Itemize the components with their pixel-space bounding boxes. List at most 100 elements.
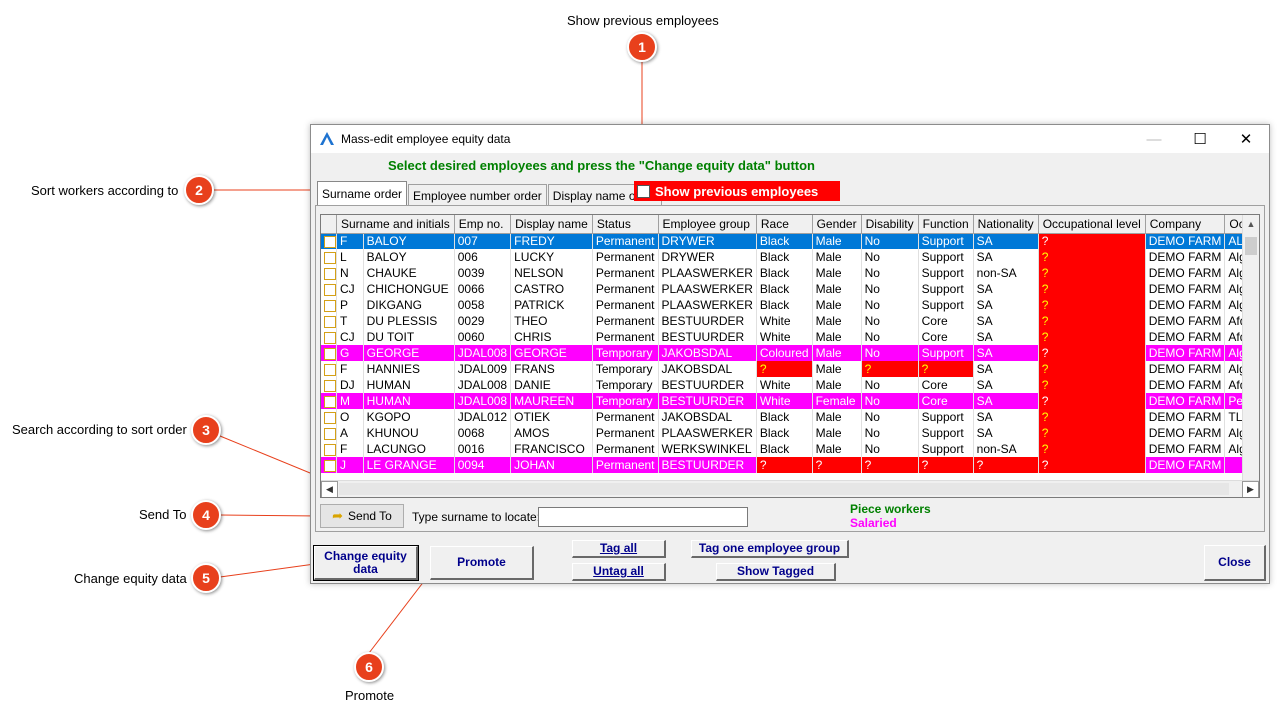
table-row[interactable]: O KGOPO JDAL012 OTIEK Permanent JAKOBSDAL Blac… (321, 409, 1259, 425)
employee-grid[interactable]: Surname and initials Emp no. Display nam… (320, 214, 1260, 498)
minimize-icon[interactable]: — (1131, 125, 1177, 153)
column-header-employee-group[interactable]: Employee group (658, 215, 757, 234)
checkbox-icon[interactable] (324, 395, 336, 408)
table-cell: Male (812, 313, 862, 329)
scroll-left-icon[interactable]: ◀ (321, 481, 338, 497)
table-cell: Permanent (592, 441, 659, 457)
column-header[interactable] (321, 215, 337, 234)
table-row[interactable]: CJ CHICHONGUE 0066 CASTRO Permanent PLAASWERK… (321, 281, 1259, 297)
table-cell: DIKGANG (363, 297, 455, 313)
tab-employee-number-order[interactable]: Employee number order (408, 184, 547, 206)
checkbox-icon[interactable] (324, 443, 336, 456)
checkbox-icon[interactable] (324, 251, 336, 264)
scroll-up-icon[interactable]: ▲ (1243, 215, 1259, 232)
row-tag-checkbox[interactable] (321, 457, 337, 473)
row-tag-checkbox[interactable] (321, 345, 337, 361)
send-to-button[interactable]: ➦ Send To (320, 504, 404, 528)
scroll-right-icon[interactable]: ▶ (1242, 481, 1259, 497)
close-button[interactable]: Close (1204, 545, 1266, 581)
column-header-gender[interactable]: Gender (812, 215, 862, 234)
row-tag-checkbox[interactable] (321, 361, 337, 377)
table-row[interactable]: F HANNIES JDAL009 FRANS Temporary JAKOBSDAL? M… (321, 361, 1259, 377)
table-row[interactable]: N CHAUKE 0039 NELSON Permanent PLAASWERKER Bla… (321, 265, 1259, 281)
legend-piece-workers: Piece workers (850, 502, 931, 516)
table-row[interactable]: P DIKGANG 0058 PATRICK Permanent PLAASWERKER B… (321, 297, 1259, 313)
show-tagged-button[interactable]: Show Tagged (716, 563, 836, 581)
change-equity-data-button[interactable]: Change equity data (313, 545, 419, 581)
table-row[interactable]: M HUMAN JDAL008 MAUREEN Temporary BESTUURDER W… (321, 393, 1259, 409)
tag-all-button[interactable]: Tag all (572, 540, 666, 558)
row-tag-checkbox[interactable] (321, 233, 337, 249)
tab-surname-order[interactable]: Surname order (317, 181, 408, 206)
column-header-disability[interactable]: Disability (861, 215, 919, 234)
checkbox-icon[interactable] (324, 267, 336, 280)
table-cell: J (336, 457, 364, 473)
show-previous-employees-checkbox[interactable]: Show previous employees (634, 181, 840, 201)
checkbox-icon[interactable] (324, 459, 336, 472)
row-tag-checkbox[interactable] (321, 249, 337, 265)
table-cell: PATRICK (510, 297, 593, 313)
tag-one-employee-group-button[interactable]: Tag one employee group (691, 540, 849, 558)
table-cell: DEMO FARM (1145, 297, 1226, 313)
column-header-status[interactable]: Status (592, 215, 659, 234)
table-cell: Male (812, 329, 862, 345)
column-header-company[interactable]: Company (1145, 215, 1226, 234)
promote-button[interactable]: Promote (430, 546, 534, 580)
checkbox-icon[interactable] (324, 283, 336, 296)
table-row[interactable]: A KHUNOU 0068 AMOS Permanent PLAASWERKER Black… (321, 425, 1259, 441)
checkbox-icon[interactable] (324, 347, 336, 360)
column-header-nationality[interactable]: Nationality (973, 215, 1039, 234)
checkbox-icon[interactable] (324, 379, 336, 392)
checkbox-icon[interactable] (324, 236, 336, 249)
table-cell: G (336, 345, 364, 361)
row-tag-checkbox[interactable] (321, 329, 337, 345)
row-tag-checkbox[interactable] (321, 441, 337, 457)
locate-surname-input[interactable] (538, 507, 748, 527)
table-row[interactable]: T DU PLESSIS 0029 THEO Permanent BESTUURDER Wh… (321, 313, 1259, 329)
row-tag-checkbox[interactable] (321, 265, 337, 281)
column-header-display-name[interactable]: Display name (510, 215, 593, 234)
vertical-scrollbar[interactable]: ▲ (1242, 215, 1259, 481)
table-row[interactable]: CJ DU TOIT 0060 CHRIS Permanent BESTUURDER Whi… (321, 329, 1259, 345)
checkbox-box[interactable] (637, 184, 650, 198)
table-row[interactable]: G GEORGE JDAL008 GEORGE Temporary JAKOBSDAL Co… (321, 345, 1259, 361)
table-cell: Support (918, 297, 974, 313)
column-header-emp-no[interactable]: Emp no. (454, 215, 512, 234)
checkbox-icon[interactable] (324, 315, 336, 328)
row-tag-checkbox[interactable] (321, 393, 337, 409)
table-row[interactable]: J LE GRANGE 0094 JOHAN Permanent BESTUURDER??… (321, 457, 1259, 473)
column-header-surname[interactable]: Surname and initials (336, 215, 455, 234)
checkbox-icon[interactable] (324, 299, 336, 312)
untag-all-button[interactable]: Untag all (572, 563, 666, 581)
row-tag-checkbox[interactable] (321, 409, 337, 425)
scroll-thumb-horizontal[interactable] (339, 483, 1229, 495)
checkbox-icon[interactable] (324, 363, 336, 376)
table-row[interactable]: F BALOY 007 FREDY Permanent DRYWER Black Male No… (321, 233, 1259, 249)
title-bar[interactable]: Mass-edit employee equity data — ☐ ✕ (311, 125, 1269, 153)
row-tag-checkbox[interactable] (321, 313, 337, 329)
row-tag-checkbox[interactable] (321, 425, 337, 441)
maximize-icon[interactable]: ☐ (1177, 125, 1223, 153)
table-cell: JAKOBSDAL (658, 409, 757, 425)
column-header-race[interactable]: Race (756, 215, 813, 234)
checkbox-icon[interactable] (324, 331, 336, 344)
scroll-thumb[interactable] (1245, 237, 1257, 255)
close-window-icon[interactable]: ✕ (1223, 125, 1269, 153)
row-tag-checkbox[interactable] (321, 377, 337, 393)
table-row[interactable]: F LACUNGO 0016 FRANCISCO Permanent WERKSWINKE… (321, 441, 1259, 457)
table-row[interactable]: L BALOY 006 LUCKY Permanent DRYWER Black Male No… (321, 249, 1259, 265)
table-cell: Male (812, 425, 862, 441)
column-header-occupational-level[interactable]: Occupational level (1038, 215, 1146, 234)
row-tag-checkbox[interactable] (321, 281, 337, 297)
table-cell: ? (1038, 297, 1146, 313)
table-row[interactable]: DJ HUMAN JDAL008 DANIE Temporary BESTUURDER Wh… (321, 377, 1259, 393)
annotation-label-3: Search according to sort order (12, 422, 187, 437)
horizontal-scrollbar[interactable]: ◀ ▶ (321, 480, 1259, 497)
checkbox-icon[interactable] (324, 427, 336, 440)
table-cell: T (336, 313, 364, 329)
checkbox-icon[interactable] (324, 411, 336, 424)
column-header-function[interactable]: Function (918, 215, 974, 234)
table-cell: Black (756, 297, 813, 313)
table-cell: Black (756, 441, 813, 457)
row-tag-checkbox[interactable] (321, 297, 337, 313)
